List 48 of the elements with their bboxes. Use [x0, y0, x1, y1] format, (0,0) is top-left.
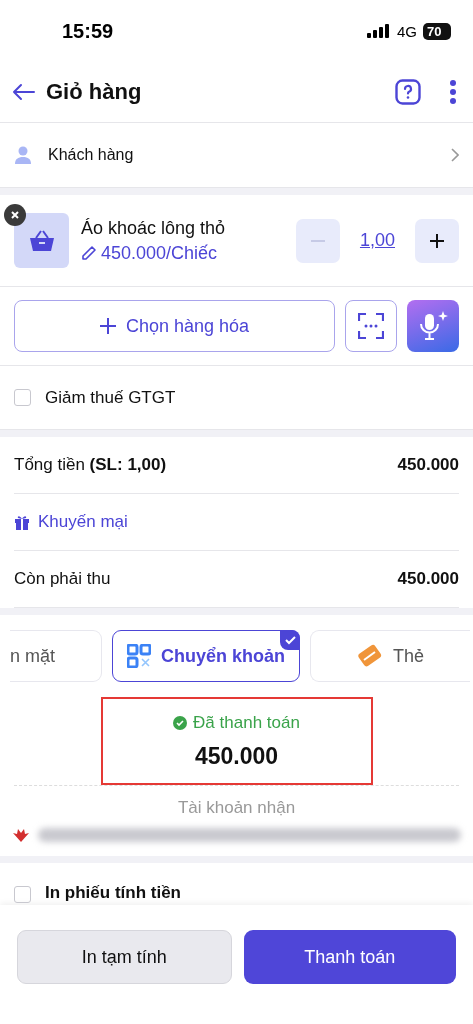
payment-status: Đã thanh toán [193, 712, 300, 733]
checkbox-label: In phiếu tính tiền [45, 883, 181, 903]
help-icon[interactable] [395, 79, 421, 105]
choose-product-button[interactable]: Chọn hàng hóa [14, 300, 335, 352]
remaining-value: 450.000 [397, 569, 459, 589]
voice-input-button[interactable] [407, 300, 459, 352]
back-arrow-icon[interactable] [12, 83, 36, 101]
plus-icon [430, 233, 444, 248]
remove-item-button[interactable] [4, 204, 26, 226]
network-type: 4G [397, 22, 417, 40]
pencil-icon [81, 245, 97, 261]
product-price[interactable]: 450.000/Chiếc [101, 242, 218, 264]
chevron-right-icon [451, 148, 459, 162]
promotion-link[interactable]: Khuyến mại [38, 512, 128, 532]
gift-icon [14, 514, 30, 530]
bank-logo-icon [12, 828, 30, 842]
customer-label: Khách hàng [48, 146, 135, 164]
plus-icon [99, 318, 116, 334]
more-menu-icon[interactable] [449, 79, 457, 105]
page-title: Giỏ hàng [46, 79, 143, 105]
payment-method-tab[interactable]: n mặt [10, 630, 102, 682]
signal-icon [367, 24, 391, 38]
qr-code-icon [127, 644, 151, 668]
checkbox[interactable] [14, 886, 31, 903]
checkbox[interactable] [14, 389, 31, 406]
close-icon [11, 211, 19, 219]
increase-button[interactable] [415, 218, 459, 263]
checkmark-icon [284, 635, 296, 645]
success-check-icon [173, 715, 188, 730]
total-value: 450.000 [397, 455, 459, 475]
battery-level: 70 [423, 22, 451, 40]
product-name: Áo khoác lông thỏ [81, 217, 227, 239]
pay-button[interactable]: Thanh toán [243, 929, 456, 984]
total-label: Tổng tiền (SL: 1,00) [14, 455, 167, 475]
person-icon [14, 146, 32, 164]
checkbox-label: Giảm thuế GTGT [45, 387, 176, 408]
minus-icon [310, 239, 325, 242]
remaining-label: Còn phải thu [14, 569, 111, 589]
scan-button[interactable] [345, 300, 397, 352]
payment-method-tab[interactable]: Thẻ [310, 630, 470, 682]
basket-icon [28, 229, 55, 252]
quantity-value[interactable]: 1,00 [351, 230, 403, 251]
payment-method-tab[interactable]: Chuyển khoản [112, 630, 300, 682]
scan-icon [358, 313, 384, 339]
print-draft-button[interactable]: In tạm tính [17, 929, 232, 984]
paid-amount: 450.000 [194, 742, 279, 770]
clock-time: 15:59 [62, 19, 114, 43]
receiving-account-label: Tài khoản nhận [177, 798, 296, 817]
